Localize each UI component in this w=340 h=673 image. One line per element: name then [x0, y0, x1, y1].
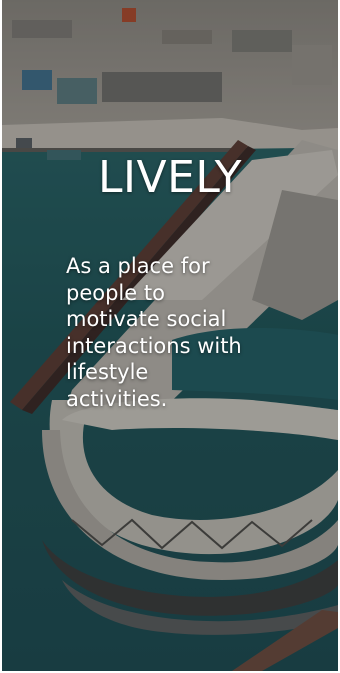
info-card: LIVELY As a place for people to motivate…	[2, 0, 338, 671]
card-description: As a place for people to motivate social…	[66, 254, 242, 411]
card-title: LIVELY	[98, 152, 242, 203]
